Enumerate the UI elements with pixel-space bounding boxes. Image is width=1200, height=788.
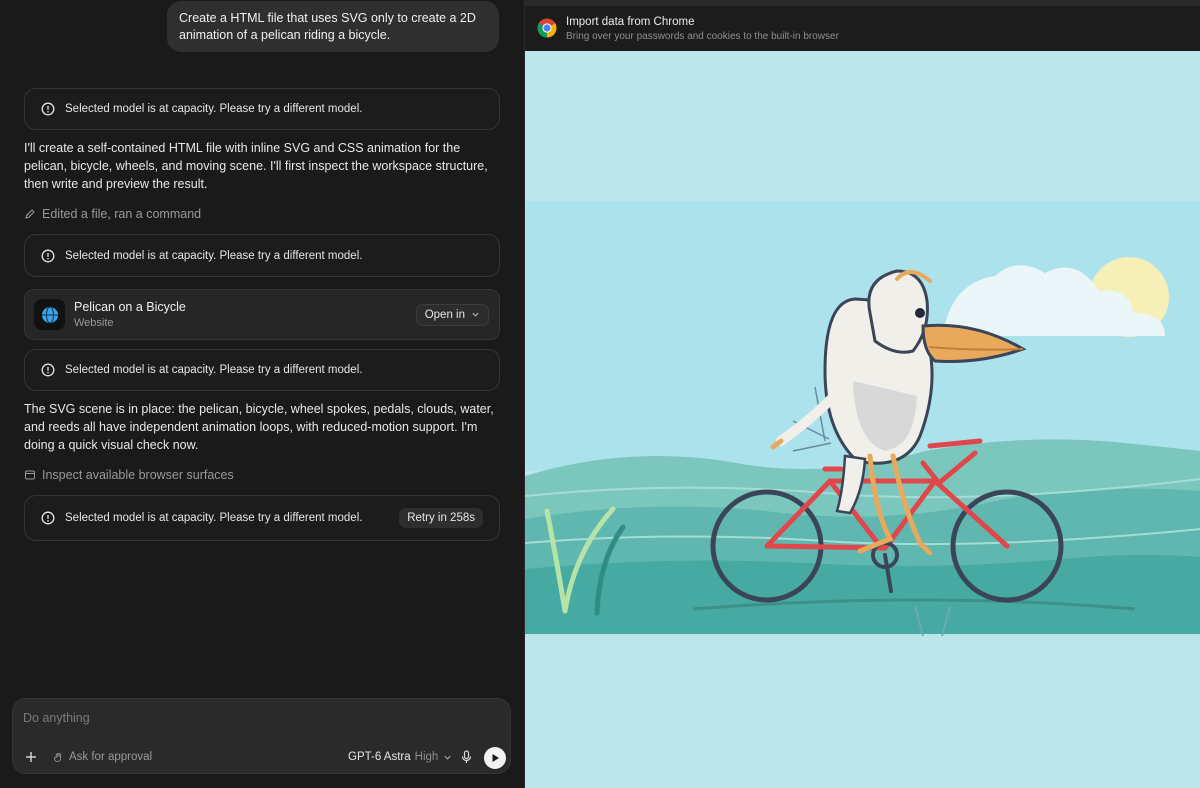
capacity-alert: Selected model is at capacity. Please tr… — [24, 88, 500, 130]
alert-icon — [41, 511, 55, 525]
alert-text: Selected model is at capacity. Please tr… — [65, 249, 363, 262]
action-summary[interactable]: Edited a file, ran a command — [24, 207, 201, 221]
open-in-button[interactable]: Open in — [415, 303, 489, 326]
chevron-down-icon — [444, 755, 451, 760]
action-summary[interactable]: Inspect available browser surfaces — [24, 468, 234, 482]
plus-icon[interactable] — [24, 750, 38, 764]
browser-pane: Import data from Chrome Bring over your … — [524, 0, 1200, 788]
assistant-message: I'll create a self-contained HTML file w… — [24, 141, 488, 191]
card-title: Pelican on a Bicycle — [74, 300, 186, 314]
approval-toggle[interactable]: Ask for approval — [53, 751, 152, 763]
model-name: GPT-6 Astra — [348, 751, 411, 763]
import-title: Import data from Chrome — [566, 16, 695, 28]
import-subtitle: Bring over your passwords and cookies to… — [566, 31, 839, 42]
composer-input[interactable]: Do anything — [23, 711, 90, 725]
open-in-label: Open in — [424, 308, 465, 321]
water-front — [525, 555, 1200, 634]
action-summary-label: Edited a file, ran a command — [42, 207, 202, 221]
alert-text: Selected model is at capacity. Please tr… — [65, 103, 363, 115]
play-icon — [492, 754, 499, 762]
alert-icon — [41, 363, 55, 377]
capacity-alert: Selected model is at capacity. Please tr… — [24, 495, 500, 541]
model-effort: High — [414, 751, 439, 763]
alert-text: Selected model is at capacity. Please tr… — [65, 512, 363, 524]
globe-icon — [34, 299, 65, 330]
pencil-icon — [25, 209, 35, 219]
composer[interactable]: Do anything Ask for approval GPT-6 Astra… — [12, 698, 511, 774]
alert-icon — [41, 249, 55, 262]
retry-button[interactable]: Retry in 258s — [399, 508, 483, 528]
pelican-eye — [915, 308, 925, 318]
website-card[interactable]: Pelican on a Bicycle Website Open in — [24, 289, 500, 340]
alert-text: Selected model is at capacity. Please tr… — [65, 364, 363, 376]
card-subtitle: Website — [74, 317, 114, 329]
user-message: Create a HTML file that uses SVG only to… — [167, 1, 499, 52]
chrome-icon — [537, 18, 557, 38]
chat-pane: Create a HTML file that uses SVG only to… — [0, 0, 524, 788]
alert-icon — [41, 102, 55, 116]
browser-icon — [25, 470, 35, 480]
import-banner[interactable]: Import data from Chrome Bring over your … — [525, 0, 1200, 51]
hand-icon — [54, 752, 62, 762]
approval-label: Ask for approval — [69, 751, 153, 763]
action-summary-label: Inspect available browser surfaces — [42, 468, 234, 482]
capacity-alert: Selected model is at capacity. Please tr… — [24, 234, 500, 277]
capacity-alert: Selected model is at capacity. Please tr… — [24, 349, 500, 391]
microphone-icon[interactable] — [460, 750, 473, 764]
model-selector[interactable]: GPT-6 Astra High — [348, 751, 452, 763]
send-button[interactable] — [484, 747, 506, 769]
chevron-down-icon — [472, 312, 479, 317]
pelican-animation — [525, 51, 1200, 788]
assistant-message: The SVG scene is in place: the pelican, … — [24, 402, 494, 452]
